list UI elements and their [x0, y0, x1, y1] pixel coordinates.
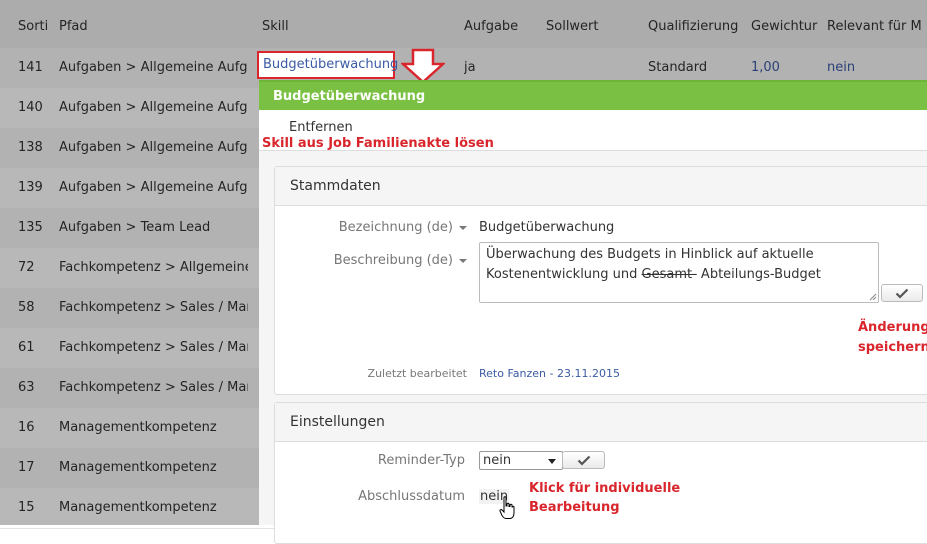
- row-sort: 135: [18, 220, 43, 235]
- description-textarea[interactable]: Überwachung des Budgets in Hinblick auf …: [479, 242, 879, 303]
- name-label[interactable]: Bezeichnung (de): [339, 220, 467, 235]
- annotation-edit-line-2: Bearbeitung: [529, 500, 620, 515]
- row-path: Aufgaben > Allgemeine Aufgabe: [59, 140, 248, 155]
- row-path: Fachkompetenz > Sales / Marke: [59, 380, 248, 395]
- row-path: Managementkompetenz: [59, 420, 217, 435]
- annotation-save-line-2: speichern: [858, 340, 927, 355]
- description-struck-text: Gesamt-: [641, 267, 697, 282]
- save-reminder-button[interactable]: [562, 451, 605, 469]
- panel-title: Budgetüberwachung: [259, 80, 927, 110]
- description-text: Kostenentwicklung und: [486, 267, 642, 282]
- description-label-text: Beschreibung (de): [333, 253, 453, 268]
- row-path: Aufgaben > Team Lead: [59, 220, 211, 235]
- row-sort: 15: [18, 500, 35, 515]
- hand-cursor-icon: [499, 496, 515, 519]
- closing-date-label: Abschlussdatum: [358, 489, 465, 504]
- column-header-relevant[interactable]: Relevant für M: [827, 0, 927, 48]
- description-line-2: Kostenentwicklung und Gesamt- Abteilungs…: [486, 265, 872, 285]
- skill-detail-panel: Budgetüberwachung Entfernen Skill aus Jo…: [259, 80, 927, 544]
- row-sort: 141: [18, 60, 43, 75]
- annotation-edit-line-1: Klick für individuelle: [529, 481, 681, 496]
- row-sort: 63: [18, 380, 35, 395]
- last-edited-value[interactable]: Reto Fanzen - 23.11.2015: [479, 367, 620, 380]
- row-path: Fachkompetenz > Sales / Marke: [59, 340, 248, 355]
- save-description-button[interactable]: [881, 284, 923, 302]
- skill-link[interactable]: Budgetüberwachung: [259, 53, 398, 77]
- name-label-text: Bezeichnung (de): [338, 220, 453, 235]
- column-header-qualification[interactable]: Qualifizierung: [648, 0, 744, 48]
- row-sort: 17: [18, 460, 35, 475]
- row-sort: 139: [18, 180, 43, 195]
- dropdown-caret-icon: [459, 258, 467, 263]
- stammdaten-title: Stammdaten: [275, 167, 927, 206]
- column-header-path[interactable]: Pfad: [59, 0, 239, 48]
- down-arrow-icon: [401, 48, 445, 84]
- last-edited-label: Zuletzt bearbeitet: [367, 367, 467, 380]
- row-sort: 72: [18, 260, 35, 275]
- reminder-type-select[interactable]: nein: [479, 451, 563, 470]
- annotation-save-line-1: Änderung: [858, 320, 927, 335]
- remove-button[interactable]: Entfernen: [289, 120, 353, 135]
- checkmark-icon: [895, 288, 909, 299]
- row-path: Aufgaben > Allgemeine Aufgabe: [59, 60, 248, 75]
- column-header-target[interactable]: Sollwert: [546, 0, 636, 48]
- row-sort: 140: [18, 100, 43, 115]
- row-sort: 61: [18, 340, 35, 355]
- annotation-remove: Skill aus Job Familienakte lösen: [262, 136, 494, 151]
- row-sort: 58: [18, 300, 35, 315]
- description-label[interactable]: Beschreibung (de): [334, 253, 467, 268]
- row-path: Aufgaben > Allgemeine Aufgabe: [59, 100, 248, 115]
- reminder-type-value: nein: [483, 453, 512, 468]
- column-header-sort[interactable]: Sorti: [18, 0, 50, 48]
- name-value[interactable]: Budgetüberwachung: [479, 220, 614, 235]
- row-path: Fachkompetenz > Allgemeines: [59, 260, 248, 275]
- skill-link-highlight[interactable]: Budgetüberwachung: [257, 51, 398, 79]
- row-sort: 16: [18, 420, 35, 435]
- panel-body: Entfernen Skill aus Job Familienakte lös…: [259, 110, 927, 544]
- description-line-1: Überwachung des Budgets in Hinblick auf …: [486, 247, 814, 262]
- column-header-task[interactable]: Aufgabe: [464, 0, 534, 48]
- row-sort: 138: [18, 140, 43, 155]
- row-path: Managementkompetenz: [59, 460, 217, 475]
- description-text: Abteilungs-Budget: [696, 267, 821, 282]
- column-header-skill[interactable]: Skill: [262, 0, 442, 48]
- reminder-type-label: Reminder-Typ: [377, 453, 465, 468]
- einstellungen-title: Einstellungen: [275, 403, 927, 442]
- row-path: Aufgaben > Allgemeine Aufgabe: [59, 180, 248, 195]
- dropdown-caret-icon: [459, 225, 467, 230]
- checkmark-icon: [577, 455, 590, 466]
- einstellungen-card: Einstellungen Reminder-Typ nein Abschlus…: [274, 402, 927, 544]
- row-path: Managementkompetenz: [59, 500, 217, 515]
- column-header-weight[interactable]: Gewichtur: [751, 0, 819, 48]
- table-header: Sorti Pfad Skill Aufgabe Sollwert Qualif…: [0, 0, 927, 49]
- stammdaten-card: Stammdaten Bezeichnung (de) Budgetüberwa…: [274, 166, 927, 395]
- resize-handle-icon[interactable]: [869, 293, 877, 301]
- row-path: Fachkompetenz > Sales / Marke: [59, 300, 248, 315]
- chevron-down-icon: [548, 459, 556, 464]
